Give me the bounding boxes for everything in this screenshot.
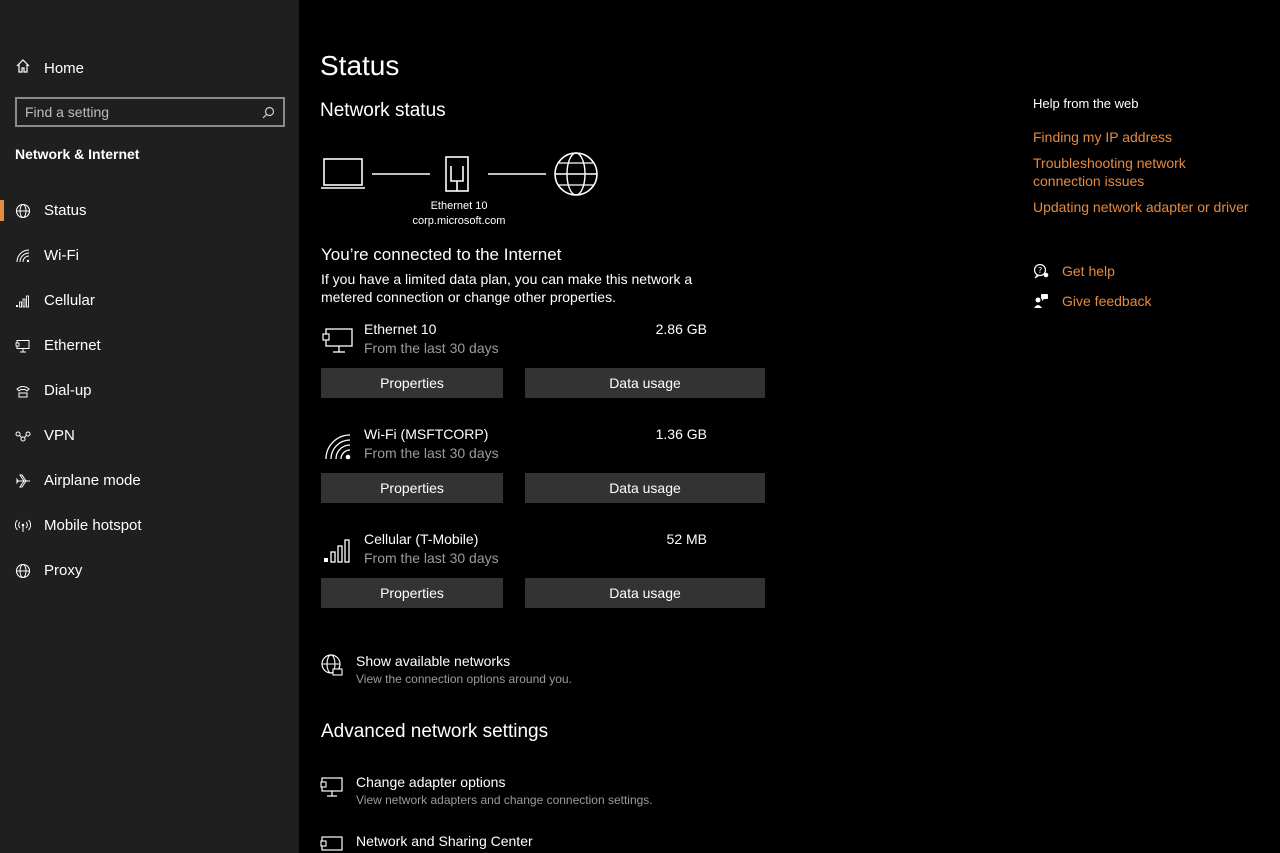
home-icon	[15, 58, 31, 78]
network-period: From the last 30 days	[364, 445, 499, 461]
properties-button[interactable]: Properties	[321, 473, 503, 503]
sidebar-item-label: Cellular	[44, 292, 95, 309]
network-entry-wifi: Wi-Fi (MSFTCORP) From the last 30 days 1…	[321, 426, 765, 503]
ethernet-port-icon	[445, 156, 469, 192]
cellular-icon	[15, 293, 31, 309]
sidebar-item-label: Proxy	[44, 562, 83, 579]
show-networks-title: Show available networks	[356, 653, 511, 669]
sidebar-item-label: Dial-up	[44, 382, 92, 399]
help-link-troubleshooting[interactable]: Troubleshooting network connection issue…	[1033, 154, 1208, 190]
wifi-icon	[15, 248, 31, 264]
search-box[interactable]	[15, 97, 285, 127]
change-adapter-desc: View network adapters and change connect…	[356, 793, 653, 807]
network-period: From the last 30 days	[364, 550, 499, 566]
data-usage-button[interactable]: Data usage	[525, 368, 765, 398]
sidebar-item-label: Status	[44, 202, 87, 219]
feedback-icon	[1033, 293, 1049, 309]
sidebar-item-label: Wi-Fi	[44, 247, 79, 264]
home-button[interactable]: Home	[15, 58, 84, 78]
network-usage: 1.36 GB	[655, 426, 707, 442]
adapter-name: Ethernet 10	[430, 200, 488, 212]
change-adapter-link[interactable]: Change adapter options View network adap…	[320, 774, 653, 807]
network-status-heading: Network status	[320, 100, 446, 121]
sidebar-item-wifi[interactable]: Wi-Fi	[0, 233, 299, 278]
sharing-center-icon	[320, 834, 344, 853]
globe-monitor-icon	[320, 654, 344, 678]
nav-list: Status Wi-Fi Cellular Ethernet Dial-up V…	[0, 188, 299, 593]
network-period: From the last 30 days	[364, 340, 499, 356]
sidebar-item-ethernet[interactable]: Ethernet	[0, 323, 299, 368]
properties-button[interactable]: Properties	[321, 578, 503, 608]
show-networks-link[interactable]: Show available networks View the connect…	[320, 653, 572, 686]
sidebar-item-dialup[interactable]: Dial-up	[0, 368, 299, 413]
sidebar-item-cellular[interactable]: Cellular	[0, 278, 299, 323]
advanced-settings-heading: Advanced network settings	[321, 721, 549, 742]
internet-globe-icon	[554, 152, 598, 196]
get-help-link[interactable]: ? Get help	[1033, 263, 1115, 279]
sidebar-item-airplane-mode[interactable]: Airplane mode	[0, 458, 299, 503]
search-input[interactable]	[25, 104, 261, 120]
vpn-icon	[15, 428, 31, 444]
network-entry-cellular: Cellular (T-Mobile) From the last 30 day…	[321, 531, 765, 608]
data-usage-button[interactable]: Data usage	[525, 473, 765, 503]
dialup-icon	[15, 383, 31, 399]
selection-indicator	[0, 200, 4, 221]
network-entry-ethernet: Ethernet 10 From the last 30 days 2.86 G…	[321, 321, 765, 398]
diagram-label: Ethernet 10 corp.microsoft.com	[389, 199, 529, 229]
sidebar-item-label: VPN	[44, 427, 75, 444]
give-feedback-link[interactable]: Give feedback	[1033, 293, 1152, 309]
hotspot-icon	[15, 518, 31, 534]
sharing-center-link[interactable]: Network and Sharing Center	[320, 833, 533, 853]
properties-button[interactable]: Properties	[321, 368, 503, 398]
change-adapter-title: Change adapter options	[356, 774, 506, 790]
page-title: Status	[320, 50, 400, 81]
data-usage-button[interactable]: Data usage	[525, 578, 765, 608]
cellular-bars-icon	[321, 533, 355, 567]
network-name: Wi-Fi (MSFTCORP)	[364, 426, 489, 442]
adapter-monitor-icon	[320, 775, 344, 799]
sidebar-item-label: Ethernet	[44, 337, 101, 354]
search-icon[interactable]	[261, 105, 275, 119]
sidebar: Home Network & Internet Status Wi-Fi Cel…	[0, 0, 299, 853]
sidebar-item-status[interactable]: Status	[0, 188, 299, 233]
give-feedback-label: Give feedback	[1062, 293, 1152, 309]
globe-status-icon	[15, 203, 31, 219]
sidebar-item-label: Airplane mode	[44, 472, 141, 489]
network-name: Ethernet 10	[364, 321, 437, 337]
get-help-label: Get help	[1062, 263, 1115, 279]
connection-status-desc: If you have a limited data plan, you can…	[321, 271, 693, 305]
svg-text:?: ?	[1038, 266, 1042, 275]
globe-icon	[15, 563, 31, 579]
adapter-domain: corp.microsoft.com	[412, 215, 506, 227]
help-links: Finding my IP address Troubleshooting ne…	[1033, 128, 1273, 224]
sidebar-item-vpn[interactable]: VPN	[0, 413, 299, 458]
connection-status-title: You’re connected to the Internet	[321, 245, 562, 264]
sidebar-item-proxy[interactable]: Proxy	[0, 548, 299, 593]
sidebar-item-label: Mobile hotspot	[44, 517, 142, 534]
laptop-icon	[321, 158, 365, 189]
show-networks-desc: View the connection options around you.	[356, 672, 572, 686]
sharing-center-title: Network and Sharing Center	[356, 833, 533, 849]
help-title: Help from the web	[1033, 96, 1139, 111]
chat-help-icon: ?	[1033, 263, 1049, 279]
section-title: Network & Internet	[15, 146, 140, 162]
network-usage: 52 MB	[666, 531, 707, 547]
help-link-update-adapter[interactable]: Updating network adapter or driver	[1033, 198, 1273, 216]
sidebar-item-mobile-hotspot[interactable]: Mobile hotspot	[0, 503, 299, 548]
ethernet-monitor-icon	[321, 323, 355, 357]
ethernet-icon	[15, 338, 31, 354]
main-content: Status Network status Ethernet 10 corp.m…	[299, 0, 999, 853]
network-usage: 2.86 GB	[655, 321, 707, 337]
network-name: Cellular (T-Mobile)	[364, 531, 479, 547]
home-label: Home	[44, 59, 85, 77]
wifi-icon	[321, 428, 355, 462]
airplane-icon	[15, 473, 31, 489]
help-link-ip-address[interactable]: Finding my IP address	[1033, 128, 1273, 146]
